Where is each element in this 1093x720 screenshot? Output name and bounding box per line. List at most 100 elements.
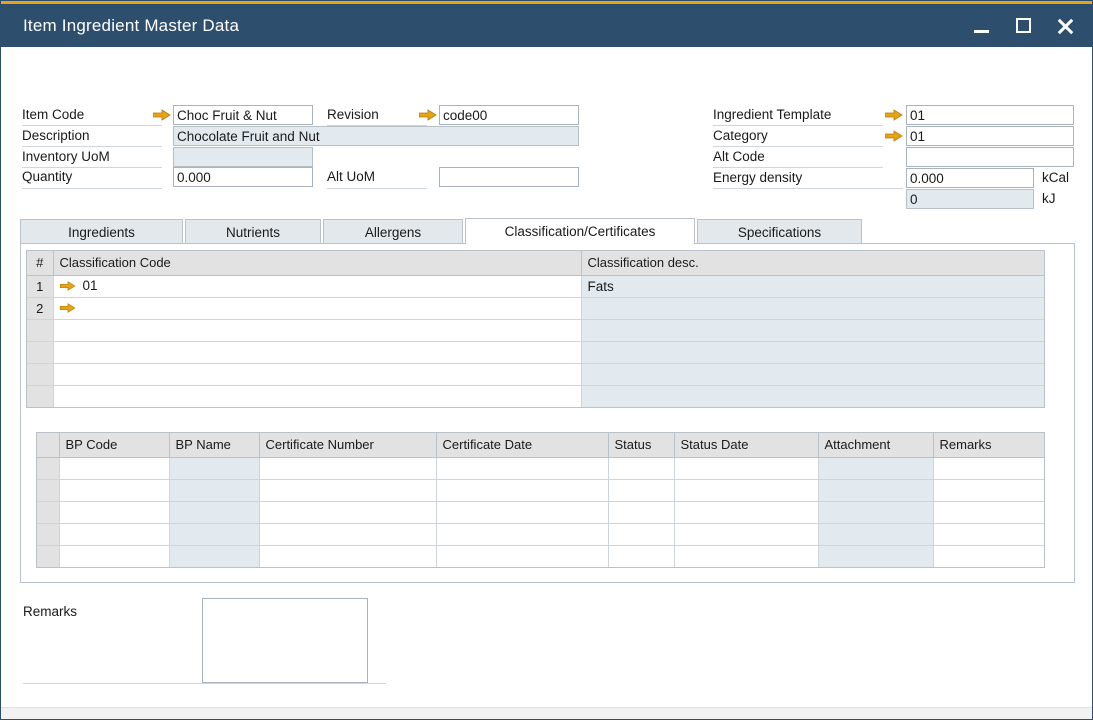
attachment-cell[interactable]: [818, 545, 933, 567]
classification-code-cell[interactable]: 01: [53, 275, 581, 297]
cert-number-cell[interactable]: [259, 523, 436, 545]
table-row[interactable]: 1 01 Fats: [27, 275, 1044, 297]
category-link-arrow-icon[interactable]: [885, 129, 903, 143]
ingredient-template-link-arrow-icon[interactable]: [885, 108, 903, 122]
classification-desc-cell[interactable]: [581, 297, 1044, 319]
tab-specifications[interactable]: Specifications: [697, 219, 862, 244]
certificates-col-cert-number[interactable]: Certificate Number: [259, 433, 436, 457]
table-row[interactable]: [27, 341, 1044, 363]
bp-code-cell[interactable]: [59, 479, 169, 501]
attachment-cell[interactable]: [818, 479, 933, 501]
classification-code-cell[interactable]: [53, 363, 581, 385]
bp-name-cell[interactable]: [169, 523, 259, 545]
cert-number-cell[interactable]: [259, 501, 436, 523]
certificates-col-bp-name[interactable]: BP Name: [169, 433, 259, 457]
classification-code-cell[interactable]: [53, 319, 581, 341]
classification-desc-cell[interactable]: [581, 341, 1044, 363]
classification-col-desc[interactable]: Classification desc.: [581, 251, 1044, 275]
cert-number-cell[interactable]: [259, 457, 436, 479]
maximize-button[interactable]: [1010, 13, 1036, 39]
certificates-col-status-date[interactable]: Status Date: [674, 433, 818, 457]
bp-name-cell[interactable]: [169, 501, 259, 523]
item-code-input[interactable]: [173, 105, 313, 125]
cert-number-cell[interactable]: [259, 545, 436, 567]
status-date-cell[interactable]: [674, 479, 818, 501]
energy-density-kj-input[interactable]: [906, 189, 1034, 209]
bp-code-cell[interactable]: [59, 457, 169, 479]
bp-name-cell[interactable]: [169, 545, 259, 567]
classification-desc-cell[interactable]: [581, 319, 1044, 341]
table-row[interactable]: [27, 319, 1044, 341]
attachment-cell[interactable]: [818, 501, 933, 523]
cert-date-cell[interactable]: [436, 457, 608, 479]
classification-code-cell[interactable]: [53, 341, 581, 363]
tab-classification-certificates[interactable]: Classification/Certificates: [465, 218, 695, 244]
remarks-cell[interactable]: [933, 523, 1044, 545]
alt-uom-input[interactable]: [439, 167, 579, 187]
tab-nutrients[interactable]: Nutrients: [185, 219, 321, 244]
table-row[interactable]: [37, 545, 1044, 567]
status-date-cell[interactable]: [674, 523, 818, 545]
cert-number-cell[interactable]: [259, 479, 436, 501]
description-input[interactable]: [173, 126, 579, 146]
classification-col-code[interactable]: Classification Code: [53, 251, 581, 275]
cert-date-cell[interactable]: [436, 545, 608, 567]
classification-code-cell[interactable]: [53, 297, 581, 319]
certificates-col-status[interactable]: Status: [608, 433, 674, 457]
remarks-cell[interactable]: [933, 479, 1044, 501]
energy-density-kcal-input[interactable]: [906, 168, 1034, 188]
status-cell[interactable]: [608, 479, 674, 501]
bp-code-cell[interactable]: [59, 523, 169, 545]
inventory-uom-input[interactable]: [173, 147, 313, 167]
close-button[interactable]: [1052, 13, 1078, 39]
attachment-cell[interactable]: [818, 457, 933, 479]
table-row[interactable]: 2: [27, 297, 1044, 319]
classification-link-arrow-icon[interactable]: [60, 280, 76, 295]
remarks-cell[interactable]: [933, 545, 1044, 567]
ingredient-template-input[interactable]: [906, 105, 1074, 125]
table-row[interactable]: [37, 501, 1044, 523]
remarks-textarea[interactable]: [202, 598, 368, 683]
classification-link-arrow-icon[interactable]: [60, 302, 76, 317]
certificates-col-cert-date[interactable]: Certificate Date: [436, 433, 608, 457]
cert-date-cell[interactable]: [436, 501, 608, 523]
quantity-input[interactable]: [173, 167, 313, 187]
remarks-cell[interactable]: [933, 501, 1044, 523]
cert-date-cell[interactable]: [436, 479, 608, 501]
table-row[interactable]: [37, 457, 1044, 479]
remarks-cell[interactable]: [933, 457, 1044, 479]
status-cell[interactable]: [608, 457, 674, 479]
table-row[interactable]: [27, 385, 1044, 407]
tab-ingredients[interactable]: Ingredients: [20, 219, 183, 244]
revision-input[interactable]: [439, 105, 579, 125]
status-date-cell[interactable]: [674, 545, 818, 567]
classification-desc-cell[interactable]: [581, 385, 1044, 407]
revision-link-arrow-icon[interactable]: [419, 108, 437, 122]
certificates-col-bp-code[interactable]: BP Code: [59, 433, 169, 457]
item-code-link-arrow-icon[interactable]: [153, 108, 171, 122]
attachment-cell[interactable]: [818, 523, 933, 545]
bp-name-cell[interactable]: [169, 457, 259, 479]
minimize-button[interactable]: [968, 13, 994, 39]
category-input[interactable]: [906, 126, 1074, 146]
status-cell[interactable]: [608, 523, 674, 545]
certificates-col-index[interactable]: [37, 433, 59, 457]
alt-code-input[interactable]: [906, 147, 1074, 167]
classification-desc-cell[interactable]: [581, 363, 1044, 385]
bp-name-cell[interactable]: [169, 479, 259, 501]
classification-code-cell[interactable]: [53, 385, 581, 407]
certificates-col-attachment[interactable]: Attachment: [818, 433, 933, 457]
table-row[interactable]: [37, 479, 1044, 501]
status-date-cell[interactable]: [674, 457, 818, 479]
status-date-cell[interactable]: [674, 501, 818, 523]
status-cell[interactable]: [608, 501, 674, 523]
table-row[interactable]: [27, 363, 1044, 385]
bp-code-cell[interactable]: [59, 501, 169, 523]
classification-col-index[interactable]: #: [27, 251, 53, 275]
certificates-col-remarks[interactable]: Remarks: [933, 433, 1044, 457]
bp-code-cell[interactable]: [59, 545, 169, 567]
table-row[interactable]: [37, 523, 1044, 545]
cert-date-cell[interactable]: [436, 523, 608, 545]
tab-allergens[interactable]: Allergens: [323, 219, 463, 244]
classification-desc-cell[interactable]: Fats: [581, 275, 1044, 297]
